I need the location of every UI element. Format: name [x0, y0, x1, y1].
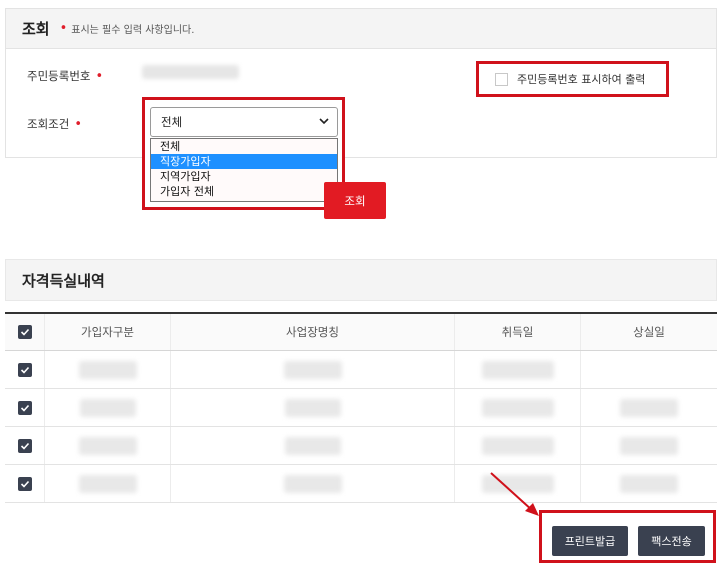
table-row[interactable]: [5, 389, 717, 427]
check-icon: [20, 404, 29, 412]
column-acquisition-date: 취득일: [455, 314, 581, 350]
check-icon: [20, 366, 29, 374]
column-member-type: 가입자구분: [45, 314, 171, 350]
loss-date-value: [620, 474, 678, 493]
check-icon: [20, 328, 29, 336]
check-icon: [20, 442, 29, 450]
option-regional-member[interactable]: 지역가입자: [151, 169, 337, 184]
table-row[interactable]: [5, 427, 717, 465]
table-row[interactable]: [5, 351, 717, 389]
member-type-value: [78, 360, 137, 379]
required-mark: •: [59, 21, 68, 36]
acquisition-date-value: [481, 398, 554, 417]
show-resident-number-label: 주민등록번호 표시하여 출력: [517, 73, 646, 86]
column-loss-date: 상실일: [633, 325, 665, 339]
required-note-text: 표시는 필수 입력 사항입니다.: [71, 25, 195, 36]
workplace-name-value: [284, 398, 341, 417]
row-checkbox[interactable]: [17, 362, 32, 377]
table-row[interactable]: [5, 465, 717, 503]
column-workplace-name: 사업장명칭: [171, 314, 455, 350]
search-button[interactable]: 조회: [324, 182, 386, 219]
option-all-members[interactable]: 가입자 전체: [151, 184, 337, 199]
history-table: 가입자구분 사업장명칭 취득일 상실일: [5, 312, 717, 503]
workplace-name-value: [283, 360, 342, 379]
condition-select[interactable]: 전체: [150, 107, 338, 137]
acquisition-date-value: [481, 360, 554, 379]
history-header: 자격득실내역: [5, 259, 717, 301]
required-note: • 표시는 필수 입력 사항입니다.: [60, 21, 195, 36]
show-resident-number-option: 주민등록번호 표시하여 출력: [476, 61, 669, 97]
select-all-checkbox[interactable]: [17, 325, 32, 339]
condition-dropdown-list: 전체 직장가입자 지역가입자 가입자 전체: [150, 138, 338, 202]
member-type-value: [78, 474, 137, 493]
row-checkbox[interactable]: [17, 400, 32, 415]
member-type-value: [78, 436, 137, 455]
loss-date-value: [620, 398, 678, 417]
option-all[interactable]: 전체: [151, 139, 337, 154]
table-header-row: 가입자구분 사업장명칭 취득일 상실일: [5, 314, 717, 351]
row-checkbox[interactable]: [17, 438, 32, 453]
history-title: 자격득실내역: [22, 271, 105, 290]
resident-number-label: 주민등록번호 •: [27, 68, 104, 84]
acquisition-date-value: [481, 436, 554, 455]
member-type-value: [79, 398, 136, 417]
loss-date-value: [620, 436, 678, 455]
condition-select-highlight: 전체 전체 직장가입자 지역가입자 가입자 전체: [142, 97, 345, 210]
condition-label: 조회조건 •: [27, 116, 82, 132]
workplace-name-value: [283, 474, 342, 493]
chevron-down-icon: [319, 118, 329, 125]
resident-number-value: [142, 65, 239, 79]
option-workplace-member[interactable]: 직장가입자: [151, 154, 337, 169]
query-header: 조회 • 표시는 필수 입력 사항입니다.: [6, 9, 716, 49]
query-title: 조회: [22, 20, 50, 38]
show-resident-number-checkbox[interactable]: [495, 72, 508, 86]
row-checkbox[interactable]: [17, 476, 32, 491]
annotation-arrow-icon: [490, 472, 539, 516]
action-buttons-highlight: 프린트발급 팩스전송: [539, 510, 716, 563]
condition-select-value: 전체: [161, 115, 183, 129]
print-issue-button[interactable]: 프린트발급: [552, 526, 628, 556]
fax-send-button[interactable]: 팩스전송: [638, 526, 705, 556]
check-icon: [20, 480, 29, 488]
workplace-name-value: [284, 436, 341, 455]
